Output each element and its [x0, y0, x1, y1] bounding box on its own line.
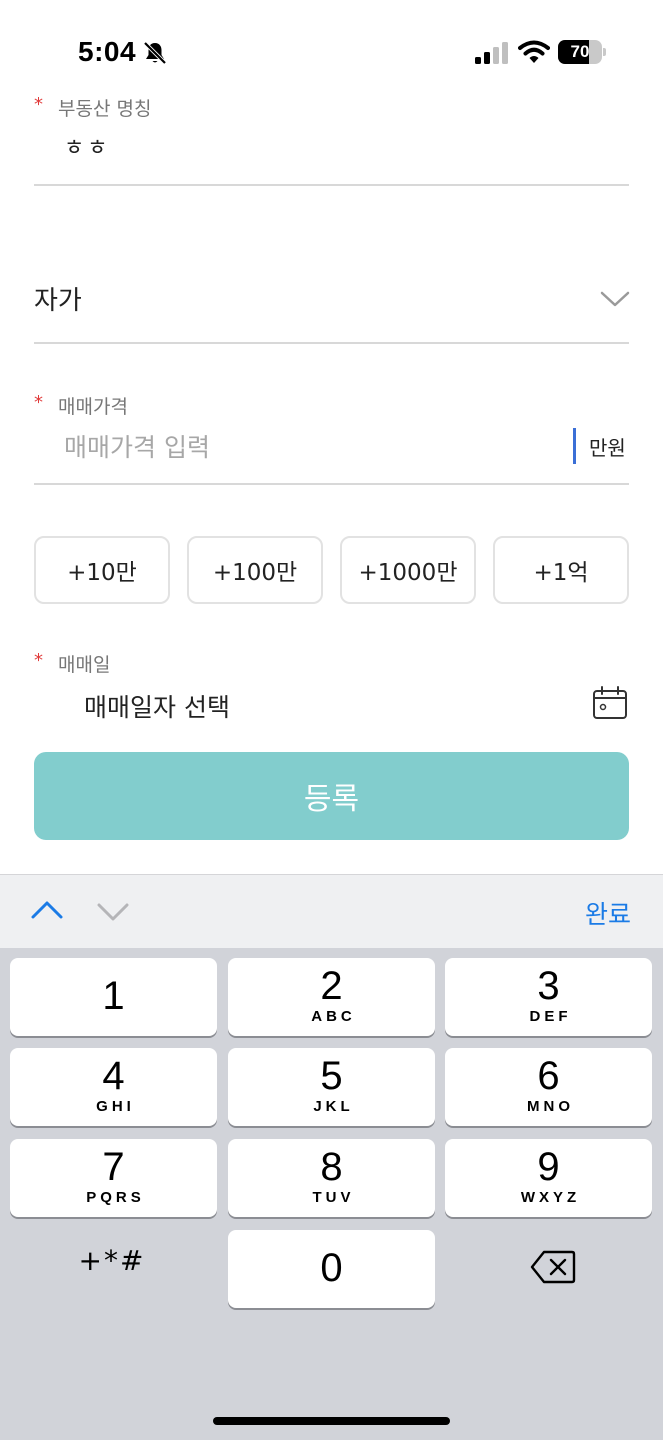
key-digit: 0: [320, 1246, 343, 1290]
price-input[interactable]: 매매가격 입력: [64, 428, 210, 464]
key-digit: 3: [537, 964, 560, 1008]
price-unit: 만원: [589, 436, 626, 460]
key-digit: 4: [102, 1054, 125, 1098]
keyboard-accessory-bar: 완료: [0, 874, 663, 948]
key-7[interactable]: 7 PQRS: [10, 1139, 217, 1217]
key-digit: 5: [320, 1054, 343, 1098]
status-bar: 5:04 70: [0, 0, 663, 100]
key-digit: 6: [537, 1054, 560, 1098]
key-letters: PQRS: [86, 1189, 145, 1206]
key-8[interactable]: 8 TUV: [228, 1139, 435, 1217]
add-10-man-button[interactable]: +10만: [34, 536, 170, 604]
key-5[interactable]: 5 JKL: [228, 1048, 435, 1126]
status-time: 5:04: [78, 36, 137, 67]
trade-date-input[interactable]: 매매일자 선택: [84, 688, 230, 724]
bell-off-icon: [143, 41, 167, 65]
key-digit: 1: [102, 974, 125, 1018]
chevron-down-icon[interactable]: [96, 899, 130, 925]
required-mark: *: [34, 94, 43, 115]
chevron-down-icon: [600, 291, 630, 307]
key-letters: WXYZ: [520, 1189, 581, 1206]
price-underline: [34, 483, 629, 485]
wifi-icon: [518, 40, 550, 63]
property-name-underline: [34, 184, 629, 186]
battery-level: 70: [570, 42, 590, 61]
key-letters: TUV: [312, 1189, 355, 1206]
key-1[interactable]: 1: [10, 958, 217, 1036]
add-1000-man-button[interactable]: +1000만: [340, 536, 476, 604]
key-6[interactable]: 6 MNO: [445, 1048, 652, 1126]
ownership-underline: [34, 342, 629, 344]
key-letters: JKL: [313, 1098, 354, 1115]
chevron-up-icon[interactable]: [30, 897, 64, 923]
add-1-eok-button[interactable]: +1억: [493, 536, 629, 604]
key-letters: ABC: [311, 1008, 356, 1025]
required-mark: *: [34, 650, 43, 671]
key-digit: 8: [320, 1145, 343, 1189]
key-0[interactable]: 0: [228, 1230, 435, 1308]
cellular-signal-icon: [475, 42, 508, 64]
calendar-icon[interactable]: [592, 686, 628, 720]
key-letters: DEF: [529, 1008, 572, 1025]
add-100-man-button[interactable]: +100만: [187, 536, 323, 604]
key-3[interactable]: 3 DEF: [445, 958, 652, 1036]
ownership-select-value: 자가: [34, 286, 82, 316]
price-label: 매매가격: [58, 396, 128, 418]
battery-icon: 70: [558, 40, 606, 64]
submit-button[interactable]: 등록: [34, 752, 629, 840]
key-digit: 9: [537, 1145, 560, 1189]
backspace-icon[interactable]: [530, 1250, 576, 1284]
property-name-input[interactable]: ㅎㅎ: [64, 130, 110, 162]
key-digit: 2: [320, 964, 343, 1008]
key-2[interactable]: 2 ABC: [228, 958, 435, 1036]
key-letters: MNO: [527, 1098, 574, 1115]
key-letters: GHI: [96, 1098, 135, 1115]
key-digit: 7: [102, 1145, 125, 1189]
symbols-key[interactable]: +*#: [62, 1244, 162, 1284]
key-9[interactable]: 9 WXYZ: [445, 1139, 652, 1217]
done-button[interactable]: 완료: [585, 895, 631, 931]
property-name-label: 부동산 명칭: [58, 98, 152, 120]
key-4[interactable]: 4 GHI: [10, 1048, 217, 1126]
text-cursor: [573, 428, 576, 464]
home-indicator: [213, 1417, 450, 1425]
trade-date-label: 매매일: [58, 654, 111, 676]
required-mark: *: [34, 392, 43, 413]
